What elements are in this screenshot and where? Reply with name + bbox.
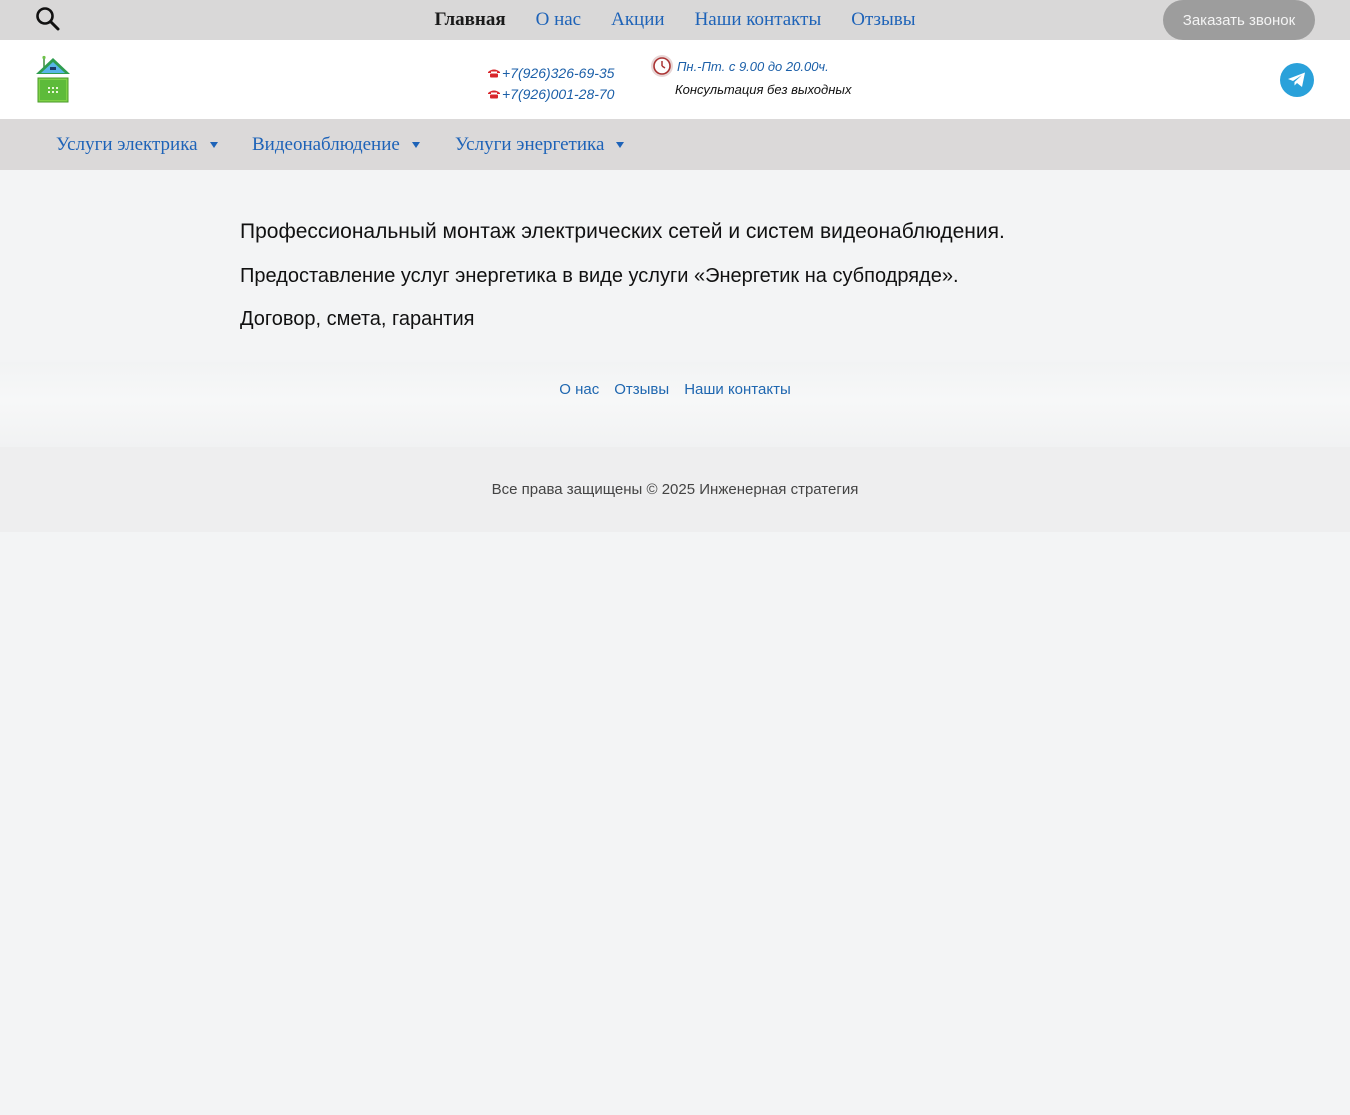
- main-content: Профессиональный монтаж электрических се…: [240, 218, 1140, 333]
- nav-about[interactable]: О нас: [536, 0, 582, 40]
- chevron-down-icon: [209, 141, 218, 148]
- services-menu-electrician[interactable]: Услуги электрика: [56, 119, 218, 170]
- nav-contacts[interactable]: Наши контакты: [695, 0, 822, 40]
- phone-link-1[interactable]: +7(926)326-69-35: [487, 62, 614, 83]
- phone-icon: [488, 69, 500, 77]
- chevron-down-icon: [616, 141, 625, 148]
- telegram-icon: [1288, 72, 1305, 87]
- consultation-text: Консультация без выходных: [675, 82, 852, 97]
- phone-icon: [488, 90, 500, 98]
- nav-reviews[interactable]: Отзывы: [851, 0, 915, 40]
- working-hours: Пн.-Пт. с 9.00 до 20.00ч. Консультация б…: [650, 55, 851, 97]
- top-nav: Главная О нас Акции Наши контакты Отзывы: [0, 0, 1350, 40]
- phone-link-2[interactable]: +7(926)001-28-70: [487, 83, 614, 104]
- services-menu-label: Услуги энергетика: [455, 133, 605, 155]
- logo-house-icon: [36, 55, 70, 103]
- services-paragraph: Предоставление услуг энергетика в виде у…: [240, 265, 959, 287]
- top-bar: Главная О нас Акции Наши контакты Отзывы…: [0, 0, 1350, 40]
- copyright: Все права защищены © 2025 Инженерная стр…: [0, 447, 1350, 532]
- phone-list: +7(926)326-69-35 +7(926)001-28-70: [487, 62, 614, 104]
- services-menu-cctv[interactable]: Видеонаблюдение: [252, 119, 420, 170]
- footer-link-contacts[interactable]: Наши контакты: [684, 381, 791, 398]
- footer-links: О нас Отзывы Наши контакты: [0, 362, 1350, 447]
- services-menu-label: Видеонаблюдение: [252, 133, 400, 155]
- order-call-button[interactable]: Заказать звонок: [1163, 0, 1315, 40]
- logo[interactable]: [34, 54, 72, 104]
- nav-home[interactable]: Главная: [435, 0, 506, 40]
- guarantee-paragraph: Договор, смета, гарантия: [240, 308, 475, 330]
- clock-icon: [651, 55, 673, 77]
- services-menu-label: Услуги электрика: [56, 133, 198, 155]
- hours-text: Пн.-Пт. с 9.00 до 20.00ч.: [677, 58, 829, 74]
- services-menu-energy[interactable]: Услуги энергетика: [455, 119, 625, 170]
- phone-number-2: +7(926)001-28-70: [502, 85, 615, 102]
- footer-link-reviews[interactable]: Отзывы: [614, 381, 669, 398]
- footer-link-about[interactable]: О нас: [559, 381, 599, 398]
- chevron-down-icon: [411, 141, 420, 148]
- services-nav: Услуги электрика Видеонаблюдение Услуги …: [0, 119, 1350, 170]
- telegram-button[interactable]: [1280, 63, 1314, 97]
- intro-paragraph: Профессиональный монтаж электрических се…: [240, 220, 1005, 243]
- phone-number-1: +7(926)326-69-35: [502, 64, 615, 81]
- header: +7(926)326-69-35 +7(926)001-28-70 Пн.-Пт…: [0, 40, 1350, 119]
- nav-promotions[interactable]: Акции: [611, 0, 664, 40]
